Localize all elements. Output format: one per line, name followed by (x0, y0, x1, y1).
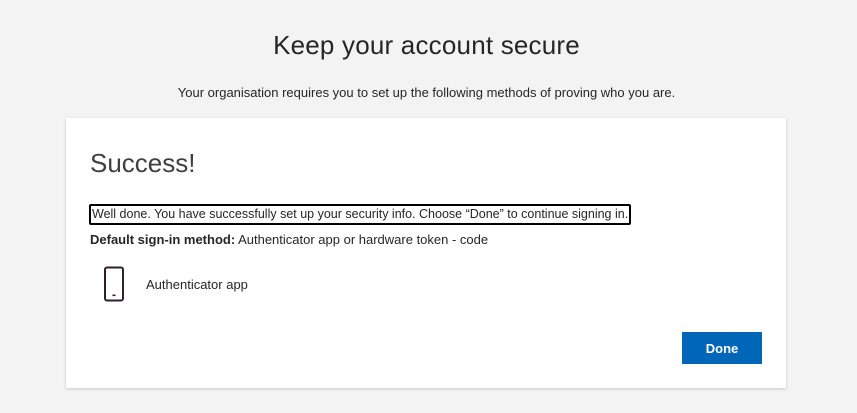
security-setup-page: Keep your account secure Your organisati… (0, 0, 857, 413)
method-name: Authenticator app (146, 276, 248, 292)
page-title: Keep your account secure (273, 30, 580, 60)
page-subtitle: Your organisation requires you to set up… (177, 85, 676, 100)
default-sign-in-method: Default sign-in method: Authenticator ap… (90, 232, 488, 247)
phone-icon (102, 266, 126, 302)
success-card: Success! Well done. You have successfull… (66, 118, 786, 388)
method-item-authenticator: Authenticator app (102, 266, 248, 302)
success-message: Well done. You have successfully set up … (89, 204, 632, 225)
default-method-value: Authenticator app or hardware token - co… (238, 232, 489, 247)
done-button[interactable]: Done (682, 332, 762, 364)
default-method-label: Default sign-in method: (90, 232, 236, 247)
success-heading: Success! (90, 148, 196, 178)
